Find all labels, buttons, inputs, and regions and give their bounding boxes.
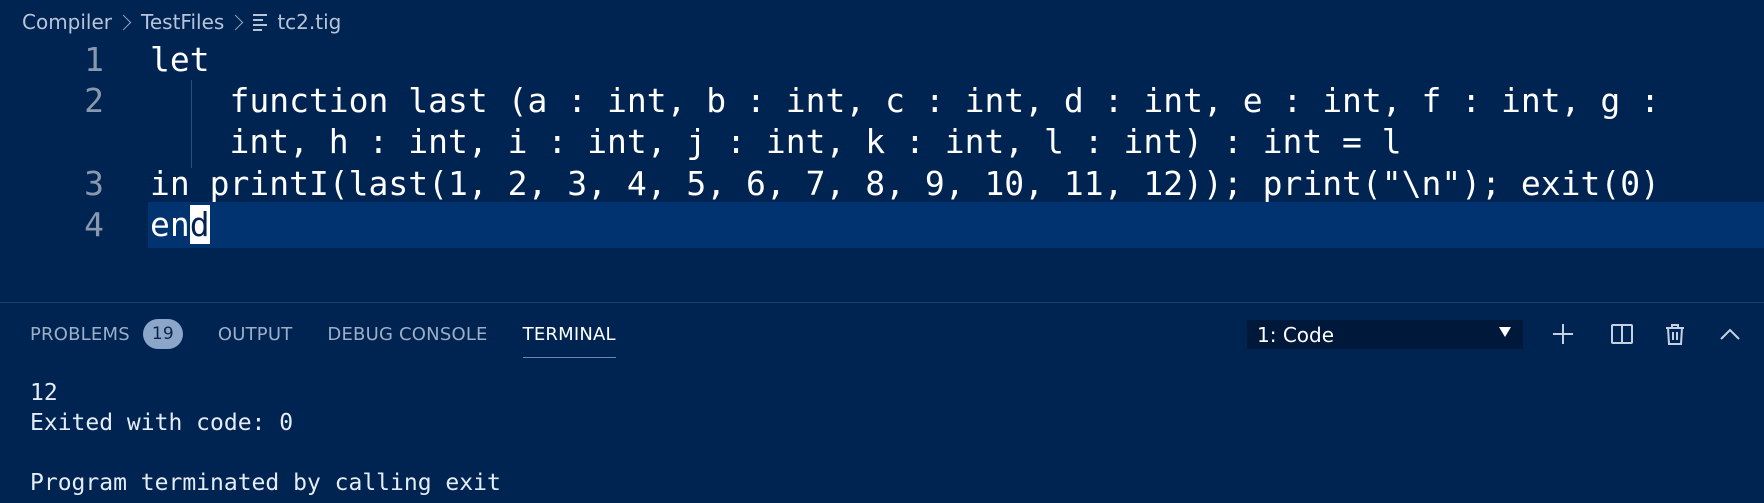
code-text[interactable]: let [150, 37, 210, 83]
chevron-right-icon [115, 14, 132, 30]
line-number: 1 [84, 40, 104, 79]
breadcrumb-item-file[interactable]: tc2.tig [277, 10, 341, 34]
code-editor[interactable]: 1 let 2 function last (a : int, b : int,… [0, 40, 1764, 300]
current-line-highlight [148, 202, 1764, 248]
tab-label: PROBLEMS [30, 323, 130, 345]
tab-debug-console[interactable]: DEBUG CONSOLE [327, 303, 487, 365]
terminal-line: Program terminated by calling exit [30, 470, 501, 496]
code-text[interactable]: in printI(last(1, 2, 3, 4, 5, 6, 7, 8, 9… [150, 161, 1660, 207]
split-icon [1611, 324, 1633, 344]
maximize-panel-button[interactable] [1714, 318, 1746, 350]
line-number: 4 [84, 205, 104, 244]
new-terminal-button[interactable] [1547, 318, 1579, 350]
file-text-icon [253, 13, 268, 31]
kill-terminal-button[interactable] [1659, 318, 1691, 350]
tab-terminal[interactable]: TERMINAL [522, 303, 616, 365]
tab-problems[interactable]: PROBLEMS 19 [30, 303, 183, 365]
terminal-line: Exited with code: 0 [30, 410, 294, 436]
problems-count-badge: 19 [142, 319, 183, 349]
tab-label: TERMINAL [522, 323, 616, 345]
code-text[interactable]: end [150, 202, 210, 248]
line-number: 3 [84, 164, 104, 203]
terminal-output[interactable]: 12 Exited with code: 0 Program terminate… [30, 378, 1764, 503]
tab-output[interactable]: OUTPUT [218, 303, 293, 365]
breadcrumb: Compiler TestFiles tc2.tig [22, 0, 1764, 44]
terminal-select-value: 1: Code [1257, 322, 1335, 347]
code-text-wrapped[interactable]: int, h : int, i : int, j : int, k : int,… [150, 119, 1401, 165]
panel-tabs: PROBLEMS 19 OUTPUT DEBUG CONSOLE TERMINA… [30, 303, 651, 365]
terminal-select[interactable]: 1: Code [1247, 320, 1523, 349]
breadcrumb-item-testfiles[interactable]: TestFiles [141, 10, 224, 34]
caret-down-icon [1499, 327, 1511, 337]
plus-icon [1553, 324, 1573, 344]
chevron-up-icon [1720, 328, 1740, 340]
line-number: 2 [84, 81, 104, 120]
split-terminal-button[interactable] [1606, 318, 1638, 350]
chevron-right-icon [228, 14, 244, 30]
code-text[interactable]: function last (a : int, b : int, c : int… [150, 78, 1659, 124]
tab-label: DEBUG CONSOLE [327, 323, 488, 345]
trash-icon [1666, 324, 1684, 345]
tab-label: OUTPUT [217, 323, 293, 345]
terminal-line: 12 [30, 380, 58, 406]
text-cursor: d [189, 205, 210, 244]
code-text-before-cursor: en [150, 205, 190, 244]
breadcrumb-item-compiler[interactable]: Compiler [22, 10, 112, 34]
